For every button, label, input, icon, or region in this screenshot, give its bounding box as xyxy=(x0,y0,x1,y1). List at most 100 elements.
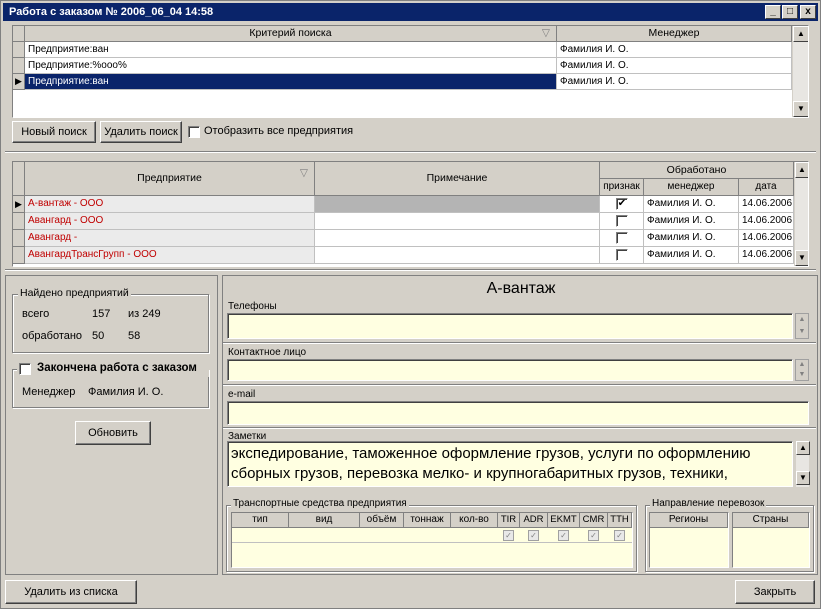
search-criteria-cell-selected[interactable]: Предприятие:ван xyxy=(25,74,557,90)
phones-label: Телефоны xyxy=(228,301,277,312)
search-manager-cell[interactable]: Фамилия И. О. xyxy=(557,74,792,90)
processed-date-cell[interactable]: 14.06.2006 xyxy=(739,247,794,264)
company-name-cell[interactable]: Авангард - xyxy=(25,230,315,247)
company-name-cell[interactable]: АвангардТрансГрупп - ООО xyxy=(25,247,315,264)
title-bar[interactable]: Работа с заказом № 2006_06_04 14:58 _ □ … xyxy=(3,3,818,21)
close-button[interactable]: Закрыть xyxy=(735,580,815,604)
order-done-checkbox[interactable] xyxy=(19,363,31,375)
direction-group-title: Направление перевозок xyxy=(650,498,767,509)
company-note-cell[interactable] xyxy=(315,247,600,264)
processed-checkbox[interactable] xyxy=(616,215,628,227)
company-note-cell[interactable] xyxy=(315,213,600,230)
adr-checkbox[interactable]: ✓ xyxy=(528,530,539,541)
column-header-date[interactable]: дата xyxy=(739,179,794,196)
company-note-cell[interactable] xyxy=(315,196,600,213)
row-selector[interactable] xyxy=(13,42,25,58)
processed-checkbox[interactable] xyxy=(616,232,628,244)
email-field[interactable] xyxy=(227,401,809,425)
processed-checkbox[interactable]: ✔ xyxy=(616,198,628,210)
phones-field[interactable] xyxy=(227,313,793,339)
processed-header-label: Обработано xyxy=(666,164,727,176)
total-label: всего xyxy=(22,308,50,320)
notes-field[interactable]: экспедирование, таможенное оформление гр… xyxy=(227,441,793,487)
processed-sign-cell[interactable] xyxy=(600,230,644,247)
new-search-button[interactable]: Новый поиск xyxy=(12,121,96,143)
scroll-up-icon[interactable]: ▲ xyxy=(796,441,810,455)
cmr-checkbox[interactable]: ✓ xyxy=(588,530,599,541)
minimize-button[interactable]: _ xyxy=(765,5,781,19)
row-selector[interactable] xyxy=(13,247,25,264)
header-row-selector xyxy=(13,162,25,196)
search-criteria-cell[interactable]: Предприятие:ван xyxy=(25,42,557,58)
tth-checkbox[interactable]: ✓ xyxy=(614,530,625,541)
transport-col-tth[interactable]: TTH xyxy=(608,513,632,528)
search-manager-cell[interactable]: Фамилия И. О. xyxy=(557,58,792,74)
transport-col-volume[interactable]: объём xyxy=(360,513,404,528)
column-header-processed[interactable]: Обработано xyxy=(600,162,794,179)
company-note-cell[interactable] xyxy=(315,230,600,247)
search-criteria-cell[interactable]: Предприятие:%ооо% xyxy=(25,58,557,74)
companies-grid: Предприятие ▽ Примечание Обработано приз… xyxy=(12,161,809,267)
scroll-up-icon[interactable]: ▲ xyxy=(795,162,808,178)
search-manager-cell[interactable]: Фамилия И. О. xyxy=(557,42,792,58)
transport-col-adr[interactable]: ADR xyxy=(520,513,548,528)
delete-search-button[interactable]: Удалить поиск xyxy=(100,121,182,143)
regions-header[interactable]: Регионы xyxy=(650,513,728,528)
company-name-cell[interactable]: А-вантаж - ООО xyxy=(25,196,315,213)
transport-row[interactable]: ✓ ✓ ✓ ✓ ✓ xyxy=(232,528,632,543)
row-selector[interactable] xyxy=(13,58,25,74)
row-selector-current[interactable]: ▶ xyxy=(13,74,25,90)
transport-col-ekmt[interactable]: EKMT xyxy=(548,513,580,528)
refresh-button[interactable]: Обновить xyxy=(75,421,151,445)
maximize-button[interactable]: □ xyxy=(782,5,798,19)
companies-grid-scrollbar[interactable]: ▲ ▼ xyxy=(794,162,808,266)
processed-date-cell[interactable]: 14.06.2006 xyxy=(739,230,794,247)
transport-col-count[interactable]: кол-во xyxy=(451,513,498,528)
processed-sign-cell[interactable] xyxy=(600,247,644,264)
processed-manager-cell[interactable]: Фамилия И. О. xyxy=(644,196,739,213)
transport-col-cmr[interactable]: CMR xyxy=(580,513,608,528)
processed-date-cell[interactable]: 14.06.2006 xyxy=(739,196,794,213)
column-header-criteria[interactable]: Критерий поиска ▽ xyxy=(25,26,557,42)
notes-scrollbar[interactable]: ▲ ▼ xyxy=(795,441,810,487)
company-name-cell[interactable]: Авангард - ООО xyxy=(25,213,315,230)
column-header-manager[interactable]: менеджер xyxy=(644,179,739,196)
processed-manager-cell[interactable]: Фамилия И. О. xyxy=(644,213,739,230)
column-header-sign[interactable]: признак xyxy=(600,179,644,196)
transport-col-type[interactable]: тип xyxy=(232,513,289,528)
contact-spinner[interactable]: ▲ ▼ xyxy=(795,359,809,381)
row-selector[interactable] xyxy=(13,213,25,230)
scroll-down-icon[interactable]: ▼ xyxy=(795,250,808,266)
countries-list[interactable]: Страны xyxy=(732,512,810,568)
scroll-down-icon[interactable]: ▼ xyxy=(793,101,808,117)
transport-col-tir[interactable]: TIR xyxy=(498,513,520,528)
processed-manager-cell[interactable]: Фамилия И. О. xyxy=(644,247,739,264)
phones-spinner[interactable]: ▲ ▼ xyxy=(795,313,809,339)
show-all-companies-checkbox[interactable] xyxy=(188,126,200,138)
row-selector[interactable] xyxy=(13,230,25,247)
close-window-button[interactable]: x xyxy=(800,5,816,19)
processed-date-cell[interactable]: 14.06.2006 xyxy=(739,213,794,230)
column-header-note[interactable]: Примечание xyxy=(315,162,600,196)
scroll-up-icon[interactable]: ▲ xyxy=(793,26,808,42)
processed-sign-cell[interactable]: ✔ xyxy=(600,196,644,213)
transport-col-tonnage[interactable]: тоннаж xyxy=(404,513,451,528)
countries-header[interactable]: Страны xyxy=(733,513,809,528)
regions-list[interactable]: Регионы xyxy=(649,512,729,568)
row-selector-current[interactable]: ▶ xyxy=(13,196,25,213)
column-header-manager[interactable]: Менеджер xyxy=(557,26,792,42)
tir-checkbox[interactable]: ✓ xyxy=(503,530,514,541)
delete-from-list-button[interactable]: Удалить из списка xyxy=(5,580,137,604)
transport-col-kind[interactable]: вид xyxy=(289,513,360,528)
processed-sign-cell[interactable] xyxy=(600,213,644,230)
contact-field[interactable] xyxy=(227,359,793,381)
search-criteria-grid: Критерий поиска ▽ Менеджер Предприятие:в… xyxy=(12,25,809,118)
company-header-label: Предприятие xyxy=(137,172,202,184)
processed-checkbox[interactable] xyxy=(616,249,628,261)
processed-manager-cell[interactable]: Фамилия И. О. xyxy=(644,230,739,247)
column-header-company[interactable]: Предприятие ▽ xyxy=(25,162,315,196)
scroll-down-icon[interactable]: ▼ xyxy=(796,471,810,485)
search-grid-scrollbar[interactable]: ▲ ▼ xyxy=(792,26,808,117)
ekmt-checkbox[interactable]: ✓ xyxy=(558,530,569,541)
divider xyxy=(223,384,816,386)
